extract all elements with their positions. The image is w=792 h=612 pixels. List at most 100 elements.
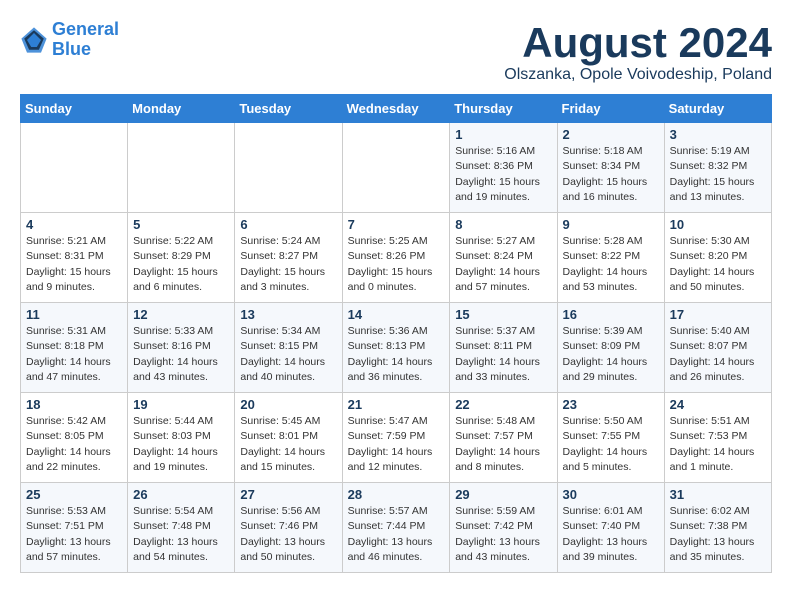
title-block: August 2024 Olszanka, Opole Voivodeship,… [504,20,772,84]
day-number: 25 [26,487,122,502]
calendar-cell: 5 Sunrise: 5:22 AM Sunset: 8:29 PM Daylig… [128,213,235,303]
day-number: 9 [563,217,659,232]
day-number: 4 [26,217,122,232]
day-info: Sunrise: 5:27 AM Sunset: 8:24 PM Dayligh… [455,234,551,295]
day-info: Sunrise: 5:56 AM Sunset: 7:46 PM Dayligh… [240,504,336,565]
day-number: 17 [670,307,766,322]
day-info: Sunrise: 5:37 AM Sunset: 8:11 PM Dayligh… [455,324,551,385]
day-number: 7 [348,217,445,232]
day-info: Sunrise: 5:28 AM Sunset: 8:22 PM Dayligh… [563,234,659,295]
day-info: Sunrise: 5:48 AM Sunset: 7:57 PM Dayligh… [455,414,551,475]
day-info: Sunrise: 5:54 AM Sunset: 7:48 PM Dayligh… [133,504,229,565]
day-info: Sunrise: 5:47 AM Sunset: 7:59 PM Dayligh… [348,414,445,475]
calendar-cell: 29Sunrise: 5:59 AM Sunset: 7:42 PM Dayli… [450,483,557,573]
calendar-cell: 14 Sunrise: 5:36 AM Sunset: 8:13 PM Dayli… [342,303,450,393]
calendar-cell: 24 Sunrise: 5:51 AM Sunset: 7:53 PM Dayli… [664,393,771,483]
weekday-header-row: SundayMondayTuesdayWednesdayThursdayFrid… [21,95,772,123]
day-number: 1 [455,127,551,142]
calendar-cell: 11Sunrise: 5:31 AM Sunset: 8:18 PM Dayli… [21,303,128,393]
day-number: 13 [240,307,336,322]
day-info: Sunrise: 5:50 AM Sunset: 7:55 PM Dayligh… [563,414,659,475]
day-info: Sunrise: 5:19 AM Sunset: 8:32 PM Dayligh… [670,144,766,205]
page-header: General Blue August 2024 Olszanka, Opole… [20,20,772,84]
calendar-cell: 2 Sunrise: 5:18 AM Sunset: 8:34 PM Daylig… [557,123,664,213]
calendar-cell: 31Sunrise: 6:02 AM Sunset: 7:38 PM Dayli… [664,483,771,573]
day-number: 3 [670,127,766,142]
calendar-cell: 12Sunrise: 5:33 AM Sunset: 8:16 PM Dayli… [128,303,235,393]
calendar-table: SundayMondayTuesdayWednesdayThursdayFrid… [20,94,772,573]
month-title: August 2024 [504,20,772,66]
calendar-cell: 23 Sunrise: 5:50 AM Sunset: 7:55 PM Dayli… [557,393,664,483]
calendar-cell: 27 Sunrise: 5:56 AM Sunset: 7:46 PM Dayli… [235,483,342,573]
day-number: 18 [26,397,122,412]
day-info: Sunrise: 5:51 AM Sunset: 7:53 PM Dayligh… [670,414,766,475]
calendar-cell: 30 Sunrise: 6:01 AM Sunset: 7:40 PM Dayli… [557,483,664,573]
calendar-cell: 22 Sunrise: 5:48 AM Sunset: 7:57 PM Dayli… [450,393,557,483]
day-info: Sunrise: 5:22 AM Sunset: 8:29 PM Dayligh… [133,234,229,295]
weekday-header-tuesday: Tuesday [235,95,342,123]
day-number: 12 [133,307,229,322]
day-number: 10 [670,217,766,232]
day-info: Sunrise: 5:44 AM Sunset: 8:03 PM Dayligh… [133,414,229,475]
day-number: 19 [133,397,229,412]
day-number: 5 [133,217,229,232]
day-number: 22 [455,397,551,412]
weekday-header-monday: Monday [128,95,235,123]
day-info: Sunrise: 5:59 AM Sunset: 7:42 PM Dayligh… [455,504,551,565]
calendar-cell [21,123,128,213]
day-number: 26 [133,487,229,502]
day-info: Sunrise: 5:40 AM Sunset: 8:07 PM Dayligh… [670,324,766,385]
day-info: Sunrise: 5:36 AM Sunset: 8:13 PM Dayligh… [348,324,445,385]
calendar-cell: 28 Sunrise: 5:57 AM Sunset: 7:44 PM Dayli… [342,483,450,573]
weekday-header-wednesday: Wednesday [342,95,450,123]
calendar-week-2: 4 Sunrise: 5:21 AM Sunset: 8:31 PM Daylig… [21,213,772,303]
day-info: Sunrise: 5:42 AM Sunset: 8:05 PM Dayligh… [26,414,122,475]
weekday-header-sunday: Sunday [21,95,128,123]
weekday-header-friday: Friday [557,95,664,123]
logo-icon [20,26,48,54]
day-number: 24 [670,397,766,412]
day-number: 15 [455,307,551,322]
day-number: 2 [563,127,659,142]
calendar-cell: 3 Sunrise: 5:19 AM Sunset: 8:32 PM Daylig… [664,123,771,213]
calendar-cell: 1 Sunrise: 5:16 AM Sunset: 8:36 PM Daylig… [450,123,557,213]
calendar-cell: 13 Sunrise: 5:34 AM Sunset: 8:15 PM Dayli… [235,303,342,393]
calendar-cell: 4 Sunrise: 5:21 AM Sunset: 8:31 PM Daylig… [21,213,128,303]
day-info: Sunrise: 5:16 AM Sunset: 8:36 PM Dayligh… [455,144,551,205]
calendar-cell: 16Sunrise: 5:39 AM Sunset: 8:09 PM Dayli… [557,303,664,393]
calendar-cell [235,123,342,213]
calendar-cell: 21 Sunrise: 5:47 AM Sunset: 7:59 PM Dayli… [342,393,450,483]
day-info: Sunrise: 5:18 AM Sunset: 8:34 PM Dayligh… [563,144,659,205]
day-info: Sunrise: 6:02 AM Sunset: 7:38 PM Dayligh… [670,504,766,565]
day-info: Sunrise: 5:45 AM Sunset: 8:01 PM Dayligh… [240,414,336,475]
day-info: Sunrise: 5:34 AM Sunset: 8:15 PM Dayligh… [240,324,336,385]
calendar-week-3: 11Sunrise: 5:31 AM Sunset: 8:18 PM Dayli… [21,303,772,393]
calendar-week-5: 25Sunrise: 5:53 AM Sunset: 7:51 PM Dayli… [21,483,772,573]
day-info: Sunrise: 5:39 AM Sunset: 8:09 PM Dayligh… [563,324,659,385]
day-info: Sunrise: 5:57 AM Sunset: 7:44 PM Dayligh… [348,504,445,565]
calendar-week-1: 1 Sunrise: 5:16 AM Sunset: 8:36 PM Daylig… [21,123,772,213]
calendar-cell: 9 Sunrise: 5:28 AM Sunset: 8:22 PM Daylig… [557,213,664,303]
calendar-cell: 10 Sunrise: 5:30 AM Sunset: 8:20 PM Dayli… [664,213,771,303]
calendar-cell: 15 Sunrise: 5:37 AM Sunset: 8:11 PM Dayli… [450,303,557,393]
calendar-cell: 19 Sunrise: 5:44 AM Sunset: 8:03 PM Dayli… [128,393,235,483]
calendar-cell: 6Sunrise: 5:24 AM Sunset: 8:27 PM Daylig… [235,213,342,303]
day-info: Sunrise: 5:31 AM Sunset: 8:18 PM Dayligh… [26,324,122,385]
day-number: 23 [563,397,659,412]
day-info: Sunrise: 5:21 AM Sunset: 8:31 PM Dayligh… [26,234,122,295]
day-number: 30 [563,487,659,502]
weekday-header-thursday: Thursday [450,95,557,123]
day-info: Sunrise: 5:25 AM Sunset: 8:26 PM Dayligh… [348,234,445,295]
calendar-cell: 26 Sunrise: 5:54 AM Sunset: 7:48 PM Dayli… [128,483,235,573]
calendar-cell [342,123,450,213]
day-info: Sunrise: 5:30 AM Sunset: 8:20 PM Dayligh… [670,234,766,295]
calendar-cell: 25Sunrise: 5:53 AM Sunset: 7:51 PM Dayli… [21,483,128,573]
weekday-header-saturday: Saturday [664,95,771,123]
day-number: 28 [348,487,445,502]
day-number: 21 [348,397,445,412]
day-number: 14 [348,307,445,322]
day-number: 27 [240,487,336,502]
day-info: Sunrise: 6:01 AM Sunset: 7:40 PM Dayligh… [563,504,659,565]
calendar-cell: 7 Sunrise: 5:25 AM Sunset: 8:26 PM Daylig… [342,213,450,303]
calendar-cell: 20Sunrise: 5:45 AM Sunset: 8:01 PM Dayli… [235,393,342,483]
